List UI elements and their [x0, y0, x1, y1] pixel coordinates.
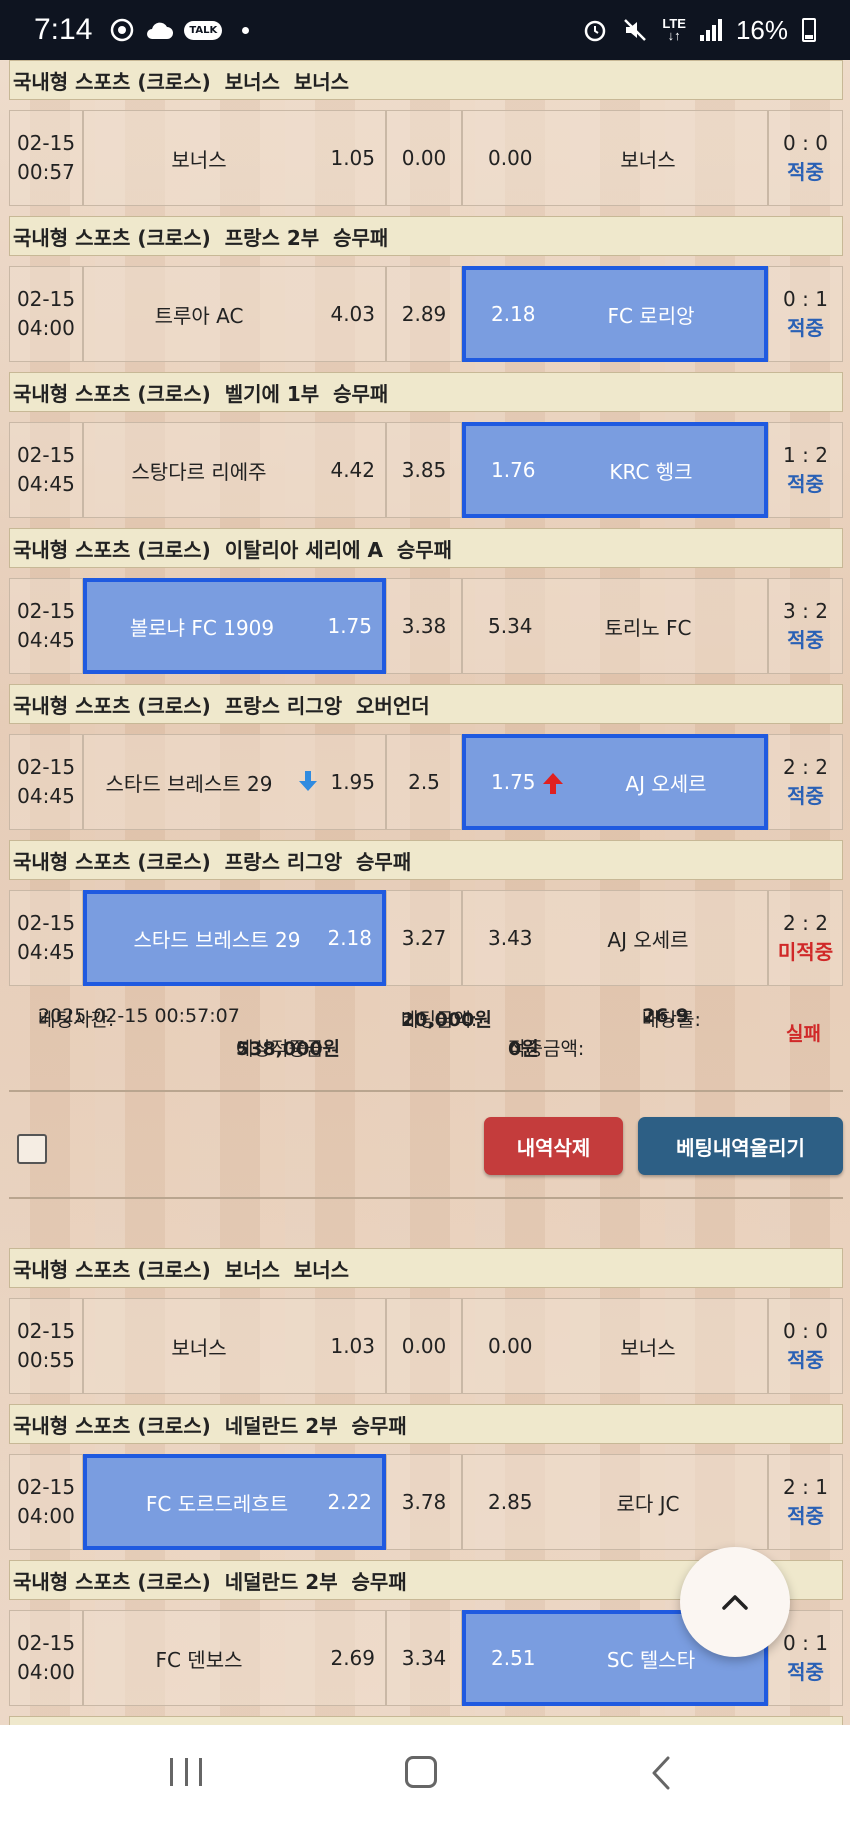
match-result: 0 : 0 적중 — [768, 110, 843, 206]
away-odds-button-selected[interactable]: 2.18 FC 로리앙 — [462, 266, 768, 362]
match-row: 02-15 04:45 스타드 브레스트 29 1.95 2.5 1.75 AJ … — [9, 734, 843, 830]
section-header-partial — [9, 1716, 843, 1725]
draw-odds-button[interactable]: 3.38 — [386, 578, 462, 674]
match-datetime: 02-15 04:45 — [9, 422, 83, 518]
chevron-up-icon — [722, 1595, 748, 1610]
match-datetime: 02-15 04:45 — [9, 734, 83, 830]
battery-icon — [802, 18, 816, 42]
bet-odds: 배당률: 26.9 — [642, 1005, 701, 1031]
chrome-icon — [111, 18, 134, 42]
kakaotalk-icon: TALK — [184, 20, 223, 40]
match-result: 3 : 2 적중 — [768, 578, 843, 674]
draw-odds-button[interactable]: 3.34 — [386, 1610, 462, 1706]
away-odds-button[interactable]: 3.43 AJ 오세르 — [462, 890, 768, 986]
arrow-up-icon — [543, 773, 563, 794]
status-time: 7:14 — [34, 13, 93, 46]
home-odds-button[interactable]: 보너스 1.05 — [83, 110, 386, 206]
signal-icon — [699, 19, 722, 41]
match-datetime: 02-15 04:00 — [9, 1454, 83, 1550]
divider — [9, 1090, 843, 1092]
match-result: 0 : 0 적중 — [768, 1298, 843, 1394]
notification-dot-icon — [242, 26, 250, 34]
upload-bet-history-button[interactable]: 베팅내역올리기 — [638, 1117, 843, 1175]
alarm-icon — [585, 20, 606, 42]
match-datetime: 02-15 00:55 — [9, 1298, 83, 1394]
arrow-down-icon — [299, 771, 317, 791]
draw-odds-button[interactable]: 2.5 — [386, 734, 462, 830]
section-header: 국내형 스포츠 (크로스) 프랑스 리그앙 오버언더 — [9, 684, 843, 724]
match-datetime: 02-15 04:00 — [9, 266, 83, 362]
cloud-icon — [147, 22, 174, 39]
bet-amount: 베팅금액: 20,000원 — [401, 1009, 492, 1031]
section-header: 국내형 스포츠 (크로스) 보너스 보너스 — [9, 1248, 843, 1288]
battery-percent: 16% — [735, 14, 788, 45]
bet-summary: 베팅시간: 2025-02-15 00:57:07 베팅금액: 20,000원 배… — [38, 1005, 821, 1060]
match-row: 02-15 04:45 스타드 브레스트 29 2.18 3.27 3.43 AJ 오… — [9, 890, 843, 986]
home-odds-button[interactable]: 스탕다르 리에주 4.42 — [83, 422, 386, 518]
away-odds-button[interactable]: 2.85 로다 JC — [462, 1454, 768, 1550]
lte-icon: LTE ↓↑ — [662, 16, 686, 43]
draw-odds-button[interactable]: 3.27 — [386, 890, 462, 986]
match-row: 02-15 00:55 보너스 1.03 0.00 0.00 보너스 0 : 0 적중 — [9, 1298, 843, 1394]
match-result: 2 : 1 적중 — [768, 1454, 843, 1550]
back-button[interactable] — [648, 1755, 674, 1791]
match-datetime: 02-15 04:00 — [9, 1610, 83, 1706]
expected-payout: 예상적중금: 538,000원 — [236, 1038, 341, 1060]
away-odds-button[interactable]: 5.34 토리노 FC — [462, 578, 768, 674]
select-checkbox[interactable] — [17, 1134, 47, 1164]
match-datetime: 02-15 04:45 — [9, 578, 83, 674]
match-result: 2 : 2 미적중 — [768, 890, 843, 986]
bet-history-list[interactable]: 국내형 스포츠 (크로스) 보너스 보너스 02-15 00:57 보너스 1.05… — [0, 60, 850, 1725]
hit-amount: 적중금액: 0원 — [508, 1038, 585, 1060]
draw-odds-button[interactable]: 3.85 — [386, 422, 462, 518]
home-odds-button[interactable]: 스타드 브레스트 29 1.95 — [83, 734, 386, 830]
section-header: 국내형 스포츠 (크로스) 프랑스 리그앙 승무패 — [9, 840, 843, 880]
recent-apps-button[interactable] — [170, 1758, 202, 1786]
home-odds-button-selected[interactable]: FC 도르드레흐트 2.22 — [83, 1454, 386, 1550]
match-datetime: 02-15 04:45 — [9, 890, 83, 986]
match-row: 02-15 04:45 볼로냐 FC 1909 1.75 3.38 5.34 토리노 … — [9, 578, 843, 674]
match-result: 1 : 2 적중 — [768, 422, 843, 518]
home-button[interactable] — [405, 1756, 437, 1788]
draw-odds-button[interactable]: 0.00 — [386, 1298, 462, 1394]
status-bar: 7:14 TALK LTE ↓↑ 16% — [0, 0, 850, 60]
away-odds-button[interactable]: 0.00 보너스 — [462, 1298, 768, 1394]
home-odds-button-selected[interactable]: 볼로냐 FC 1909 1.75 — [83, 578, 386, 674]
section-header: 국내형 스포츠 (크로스) 보너스 보너스 — [9, 60, 843, 100]
home-odds-button[interactable]: FC 덴보스 2.69 — [83, 1610, 386, 1706]
section-header: 국내형 스포츠 (크로스) 네덜란드 2부 승무패 — [9, 1404, 843, 1444]
section-header: 국내형 스포츠 (크로스) 벨기에 1부 승무패 — [9, 372, 843, 412]
home-odds-button[interactable]: 보너스 1.03 — [83, 1298, 386, 1394]
draw-odds-button[interactable]: 3.78 — [386, 1454, 462, 1550]
scroll-to-top-button[interactable] — [680, 1547, 790, 1657]
match-row: 02-15 04:45 스탕다르 리에주 4.42 3.85 1.76 KRC 헹크 … — [9, 422, 843, 518]
home-odds-button-selected[interactable]: 스타드 브레스트 29 2.18 — [83, 890, 386, 986]
section-header: 국내형 스포츠 (크로스) 이탈리아 세리에 A 승무패 — [9, 528, 843, 568]
match-result: 0 : 1 적중 — [768, 266, 843, 362]
match-result: 2 : 2 적중 — [768, 734, 843, 830]
match-row: 02-15 04:00 트루아 AC 4.03 2.89 2.18 FC 로리앙 0 … — [9, 266, 843, 362]
match-row: 02-15 00:57 보너스 1.05 0.00 0.00 보너스 0 : 0 적중 — [9, 110, 843, 206]
away-odds-button-selected[interactable]: 1.76 KRC 헹크 — [462, 422, 768, 518]
match-row: 02-15 04:00 FC 도르드레흐트 2.22 3.78 2.85 로다 JC … — [9, 1454, 843, 1550]
away-odds-button-selected[interactable]: 1.75 AJ 오세르 — [462, 734, 768, 830]
away-odds-button[interactable]: 0.00 보너스 — [462, 110, 768, 206]
section-header: 국내형 스포츠 (크로스) 프랑스 2부 승무패 — [9, 216, 843, 256]
mute-icon — [624, 19, 647, 41]
system-navigation-bar — [0, 1725, 850, 1823]
draw-odds-button[interactable]: 0.00 — [386, 110, 462, 206]
bet-status-badge: 실패 — [786, 1023, 821, 1045]
divider — [9, 1197, 843, 1199]
match-datetime: 02-15 00:57 — [9, 110, 83, 206]
delete-history-button[interactable]: 내역삭제 — [484, 1117, 623, 1175]
draw-odds-button[interactable]: 2.89 — [386, 266, 462, 362]
home-odds-button[interactable]: 트루아 AC 4.03 — [83, 266, 386, 362]
